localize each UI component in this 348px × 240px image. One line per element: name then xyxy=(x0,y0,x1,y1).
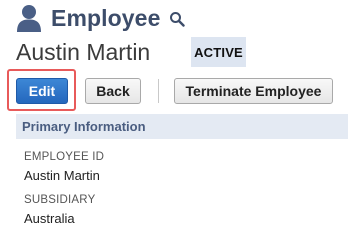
section-title: Primary Information xyxy=(22,119,146,134)
section-header-primary-information[interactable]: Primary Information xyxy=(16,114,348,139)
search-icon[interactable] xyxy=(169,11,186,27)
employee-id-value: Austin Martin xyxy=(24,168,100,183)
subsidiary-label: SUBSIDIARY xyxy=(24,194,96,206)
back-button[interactable]: Back xyxy=(85,78,141,104)
record-name: Austin Martin xyxy=(16,39,151,65)
page-header: Employee xyxy=(16,3,186,33)
person-icon xyxy=(16,4,42,32)
status-badge: ACTIVE xyxy=(191,37,246,67)
employee-id-label: EMPLOYEE ID xyxy=(24,151,105,163)
subsidiary-value: Australia xyxy=(24,211,75,226)
terminate-employee-button[interactable]: Terminate Employee xyxy=(174,78,333,104)
toolbar-divider xyxy=(158,79,159,103)
edit-button[interactable]: Edit xyxy=(16,78,68,104)
page-title: Employee xyxy=(51,4,161,31)
